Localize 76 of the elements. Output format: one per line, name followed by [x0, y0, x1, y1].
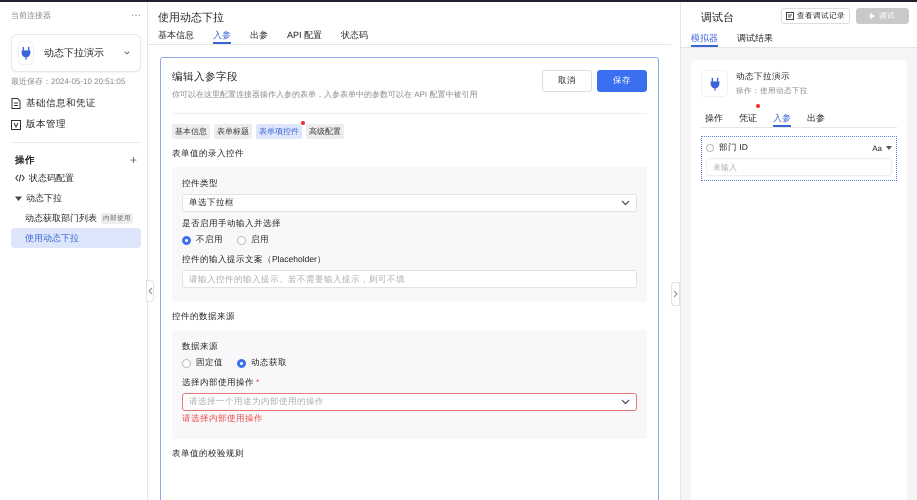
- tab[interactable]: 出参: [807, 107, 825, 127]
- chevron-down-icon: [621, 399, 630, 405]
- chevron-down-icon: [124, 50, 130, 56]
- section-title: 表单值的校验规则: [172, 448, 245, 460]
- input-field[interactable]: 未输入: [706, 158, 892, 176]
- radio-button[interactable]: [237, 358, 246, 368]
- section-title: 表单值的录入控件: [172, 148, 245, 160]
- field-label: 控件类型: [182, 178, 219, 190]
- tab[interactable]: 基本信息: [158, 25, 194, 44]
- more-button[interactable]: ···: [131, 10, 141, 20]
- chevron-right-icon: [673, 290, 678, 298]
- tree-item[interactable]: 状态码配置: [11, 168, 141, 188]
- radio-option[interactable]: 固定值: [182, 357, 223, 369]
- tree-item-label: 动态获取部门列表: [25, 212, 97, 224]
- add-button[interactable]: +: [130, 153, 137, 167]
- caret-down-icon: [15, 194, 22, 202]
- radio-button[interactable]: [182, 358, 191, 368]
- expand-handle[interactable]: [671, 282, 680, 306]
- tab[interactable]: 调试结果: [737, 28, 773, 47]
- select-field[interactable]: 单选下拉框: [182, 194, 637, 212]
- save-button[interactable]: 保存: [597, 70, 647, 92]
- history-icon: [786, 12, 794, 20]
- connector-selector[interactable]: 动态下拉演示: [11, 34, 141, 72]
- tree-item-label: 使用动态下拉: [25, 232, 79, 244]
- panel-title: 调试台: [700, 11, 735, 26]
- version-icon: [11, 120, 21, 130]
- connector-name: 动态下拉演示: [44, 46, 104, 60]
- error-message: 请选择内部使用操作: [182, 413, 264, 425]
- cancel-button[interactable]: 取消: [542, 70, 592, 92]
- segment-tab[interactable]: 基本信息: [172, 124, 210, 139]
- sidebar-link[interactable]: 版本管理: [11, 114, 141, 135]
- field-label: 是否启用手动输入并选择: [182, 218, 282, 230]
- segment-tab[interactable]: 高级配置: [306, 124, 344, 139]
- tab[interactable]: 凭证: [739, 107, 757, 127]
- field-label: 数据来源: [182, 341, 219, 353]
- code-icon: [15, 174, 25, 182]
- segment-tab[interactable]: 表单标题: [214, 124, 252, 139]
- radio-button[interactable]: [182, 236, 191, 244]
- radio-option[interactable]: 启用: [237, 234, 269, 246]
- editor-title: 编辑入参字段: [172, 70, 239, 84]
- input-field[interactable]: 请输入控件的输入提示。若不需要输入提示，则可不填: [182, 270, 637, 288]
- last-saved-text: 最近保存：2024-05-10 20:51:05: [11, 76, 126, 87]
- chevron-down-icon: [621, 200, 630, 206]
- field-label: 控件的输入提示文案（Placeholder）: [182, 254, 327, 266]
- radio-option[interactable]: 不启用: [182, 234, 223, 246]
- section-title: 操作: [15, 154, 35, 166]
- collapse-handle[interactable]: [146, 280, 154, 302]
- tab[interactable]: 状态码: [341, 25, 368, 44]
- tab[interactable]: 操作: [705, 107, 723, 127]
- field-label: 部门 ID: [719, 142, 748, 154]
- notification-dot: [756, 104, 760, 108]
- tab[interactable]: 出参: [250, 25, 268, 44]
- tree-item[interactable]: 使用动态下拉: [11, 228, 141, 248]
- plug-icon: [19, 46, 34, 60]
- tab[interactable]: 入参: [213, 25, 231, 44]
- tab[interactable]: API 配置: [287, 25, 322, 44]
- tab[interactable]: 入参: [773, 107, 791, 127]
- connector-name: 动态下拉演示: [736, 71, 791, 83]
- chevron-left-icon: [148, 287, 152, 295]
- caret-down-icon: [886, 146, 892, 150]
- page-title: 使用动态下拉: [157, 10, 225, 25]
- field-label: 选择内部使用操作 *: [182, 377, 260, 389]
- radio-button[interactable]: [237, 236, 246, 244]
- notification-dot: [301, 121, 305, 125]
- sidebar-link[interactable]: 基础信息和凭证: [11, 93, 141, 114]
- plug-icon: [708, 76, 722, 90]
- play-icon: [870, 13, 875, 19]
- segment-tab[interactable]: 表单项控件: [256, 124, 302, 139]
- tree-item[interactable]: 动态下拉: [11, 188, 141, 208]
- radio-button[interactable]: [706, 144, 714, 152]
- type-selector[interactable]: Aa: [872, 144, 892, 152]
- document-icon: [11, 98, 21, 109]
- radio-option[interactable]: 动态获取: [237, 357, 287, 369]
- section-title: 控件的数据来源: [172, 311, 236, 323]
- editor-description: 你可以在这里配置连接器操作入参的表单，入参表单中的参数可以在 API 配置中被引用: [172, 89, 478, 100]
- section-label: 当前连接器: [11, 10, 51, 20]
